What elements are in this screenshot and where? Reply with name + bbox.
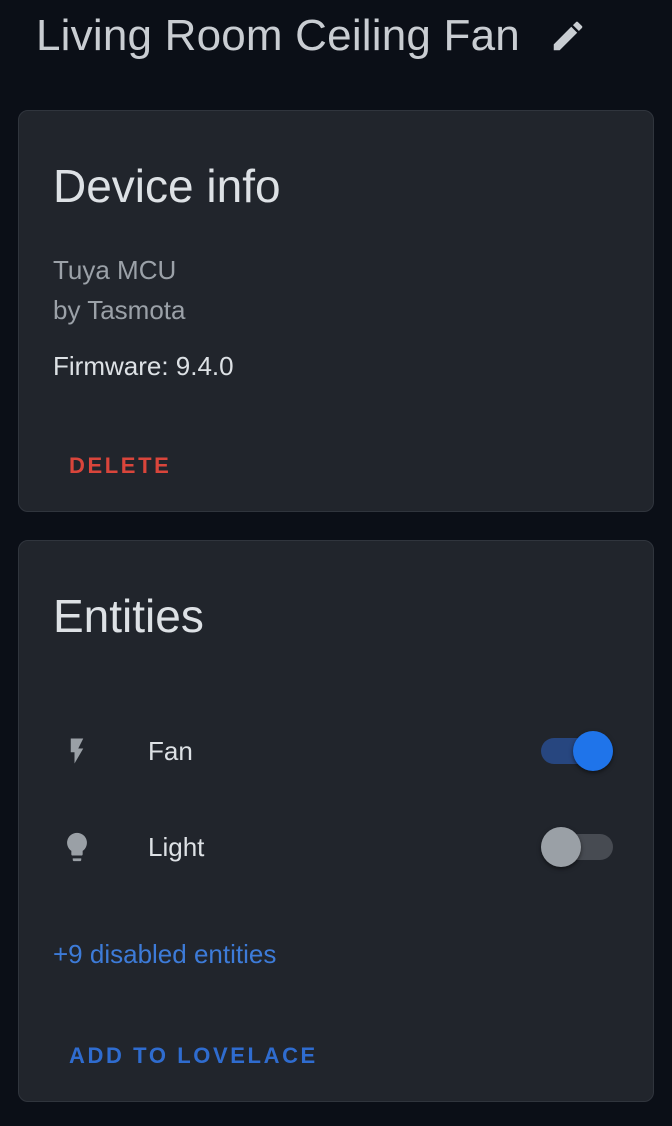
toggle-thumb — [541, 827, 581, 867]
flash-icon — [59, 729, 95, 773]
entity-name[interactable]: Light — [148, 832, 204, 863]
disabled-entities-link[interactable]: +9 disabled entities — [53, 939, 276, 970]
delete-button[interactable]: DELETE — [69, 453, 171, 479]
entity-row-fan: Fan — [19, 721, 655, 781]
light-toggle[interactable] — [541, 827, 613, 867]
device-page: Living Room Ceiling Fan Device info Tuya… — [0, 0, 672, 1126]
device-info-card: Device info Tuya MCU by Tasmota Firmware… — [18, 110, 654, 512]
entities-card: Entities Fan Light +9 disabled entities … — [18, 540, 654, 1102]
fan-toggle[interactable] — [541, 731, 613, 771]
toggle-thumb — [573, 731, 613, 771]
lightbulb-icon — [59, 825, 95, 869]
page-header: Living Room Ceiling Fan — [36, 6, 588, 66]
entity-name[interactable]: Fan — [148, 736, 193, 767]
device-manufacturer: by Tasmota — [53, 295, 186, 325]
device-firmware: Firmware: 9.4.0 — [53, 351, 234, 381]
entity-row-light: Light — [19, 817, 655, 877]
add-to-lovelace-button[interactable]: ADD TO LOVELACE — [69, 1043, 318, 1069]
pencil-icon[interactable] — [548, 16, 588, 56]
entities-heading: Entities — [53, 590, 204, 642]
page-title: Living Room Ceiling Fan — [36, 11, 520, 60]
device-info-heading: Device info — [53, 160, 281, 212]
device-model: Tuya MCU — [53, 255, 177, 285]
